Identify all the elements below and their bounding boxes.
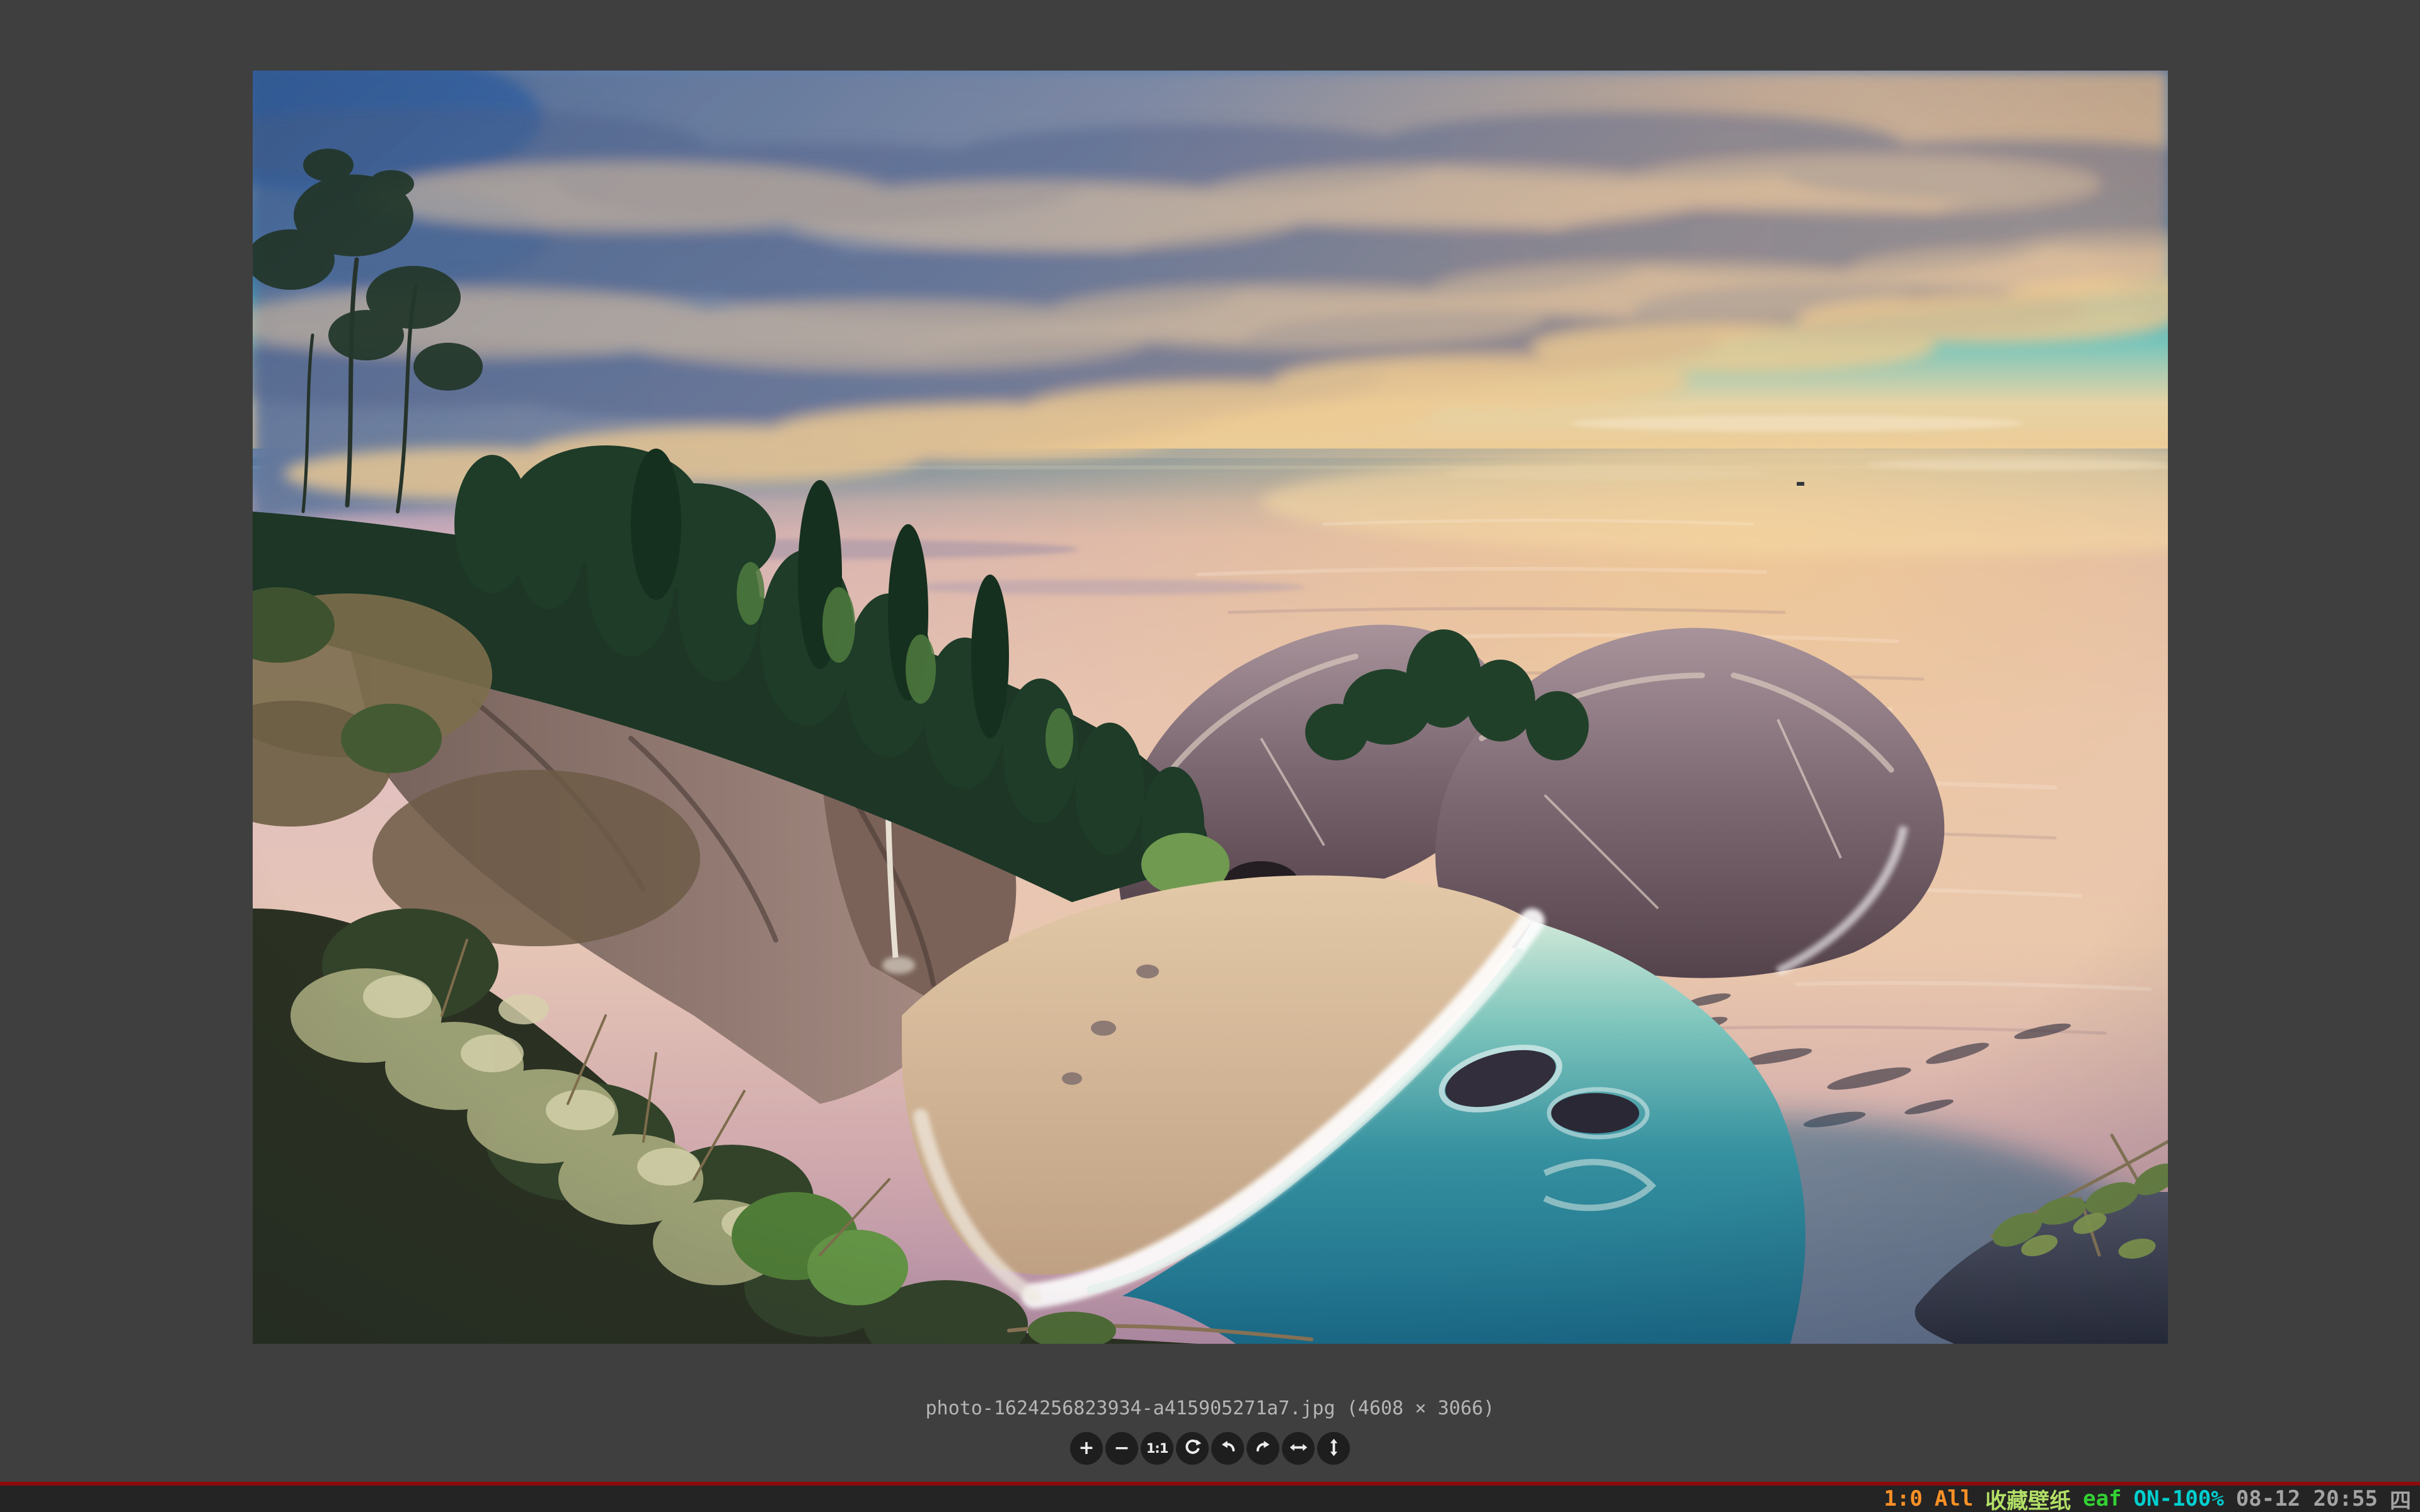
rotate-clockwise-button[interactable] [1176, 1432, 1209, 1465]
status-scroll: All [1935, 1486, 1973, 1511]
status-mode: eaf [2083, 1486, 2121, 1511]
flip-horizontal-icon [1289, 1438, 1308, 1459]
toolbar: + − 1:1 [1070, 1432, 1350, 1465]
rotate-right-button[interactable] [1247, 1432, 1279, 1465]
photo [253, 71, 2168, 1344]
status-buffer-name: 收藏壁纸 [1985, 1484, 2071, 1512]
status-battery: ON-100% [2134, 1486, 2224, 1511]
one-to-one-icon: 1:1 [1146, 1442, 1168, 1455]
status-position: 1:0 [1884, 1486, 1922, 1511]
status-datetime: 08-12 20:55 [2236, 1486, 2378, 1511]
actual-size-button[interactable]: 1:1 [1141, 1432, 1173, 1465]
photo-caption: photo-1624256823934-a415905271a7.jpg (46… [0, 1397, 2420, 1419]
flip-horizontal-button[interactable] [1282, 1432, 1315, 1465]
flip-vertical-button[interactable] [1317, 1432, 1350, 1465]
minus-icon: − [1114, 1439, 1129, 1458]
rotate-left-icon [1218, 1438, 1238, 1459]
rotate-right-icon [1253, 1438, 1273, 1459]
status-weekday: 四 [2390, 1484, 2411, 1512]
photo-illustration [253, 71, 2168, 1344]
zoom-in-button[interactable]: + [1070, 1432, 1103, 1465]
zoom-out-button[interactable]: − [1105, 1432, 1138, 1465]
status-bar: 1:0 All 收藏壁纸 eaf ON-100% 08-12 20:55 四 [0, 1486, 2420, 1512]
rotate-clockwise-icon [1183, 1438, 1202, 1459]
rotate-left-button[interactable] [1211, 1432, 1244, 1465]
screen: photo-1624256823934-a415905271a7.jpg (46… [0, 0, 2420, 1512]
flip-vertical-icon [1324, 1438, 1344, 1459]
plus-icon: + [1078, 1439, 1094, 1458]
